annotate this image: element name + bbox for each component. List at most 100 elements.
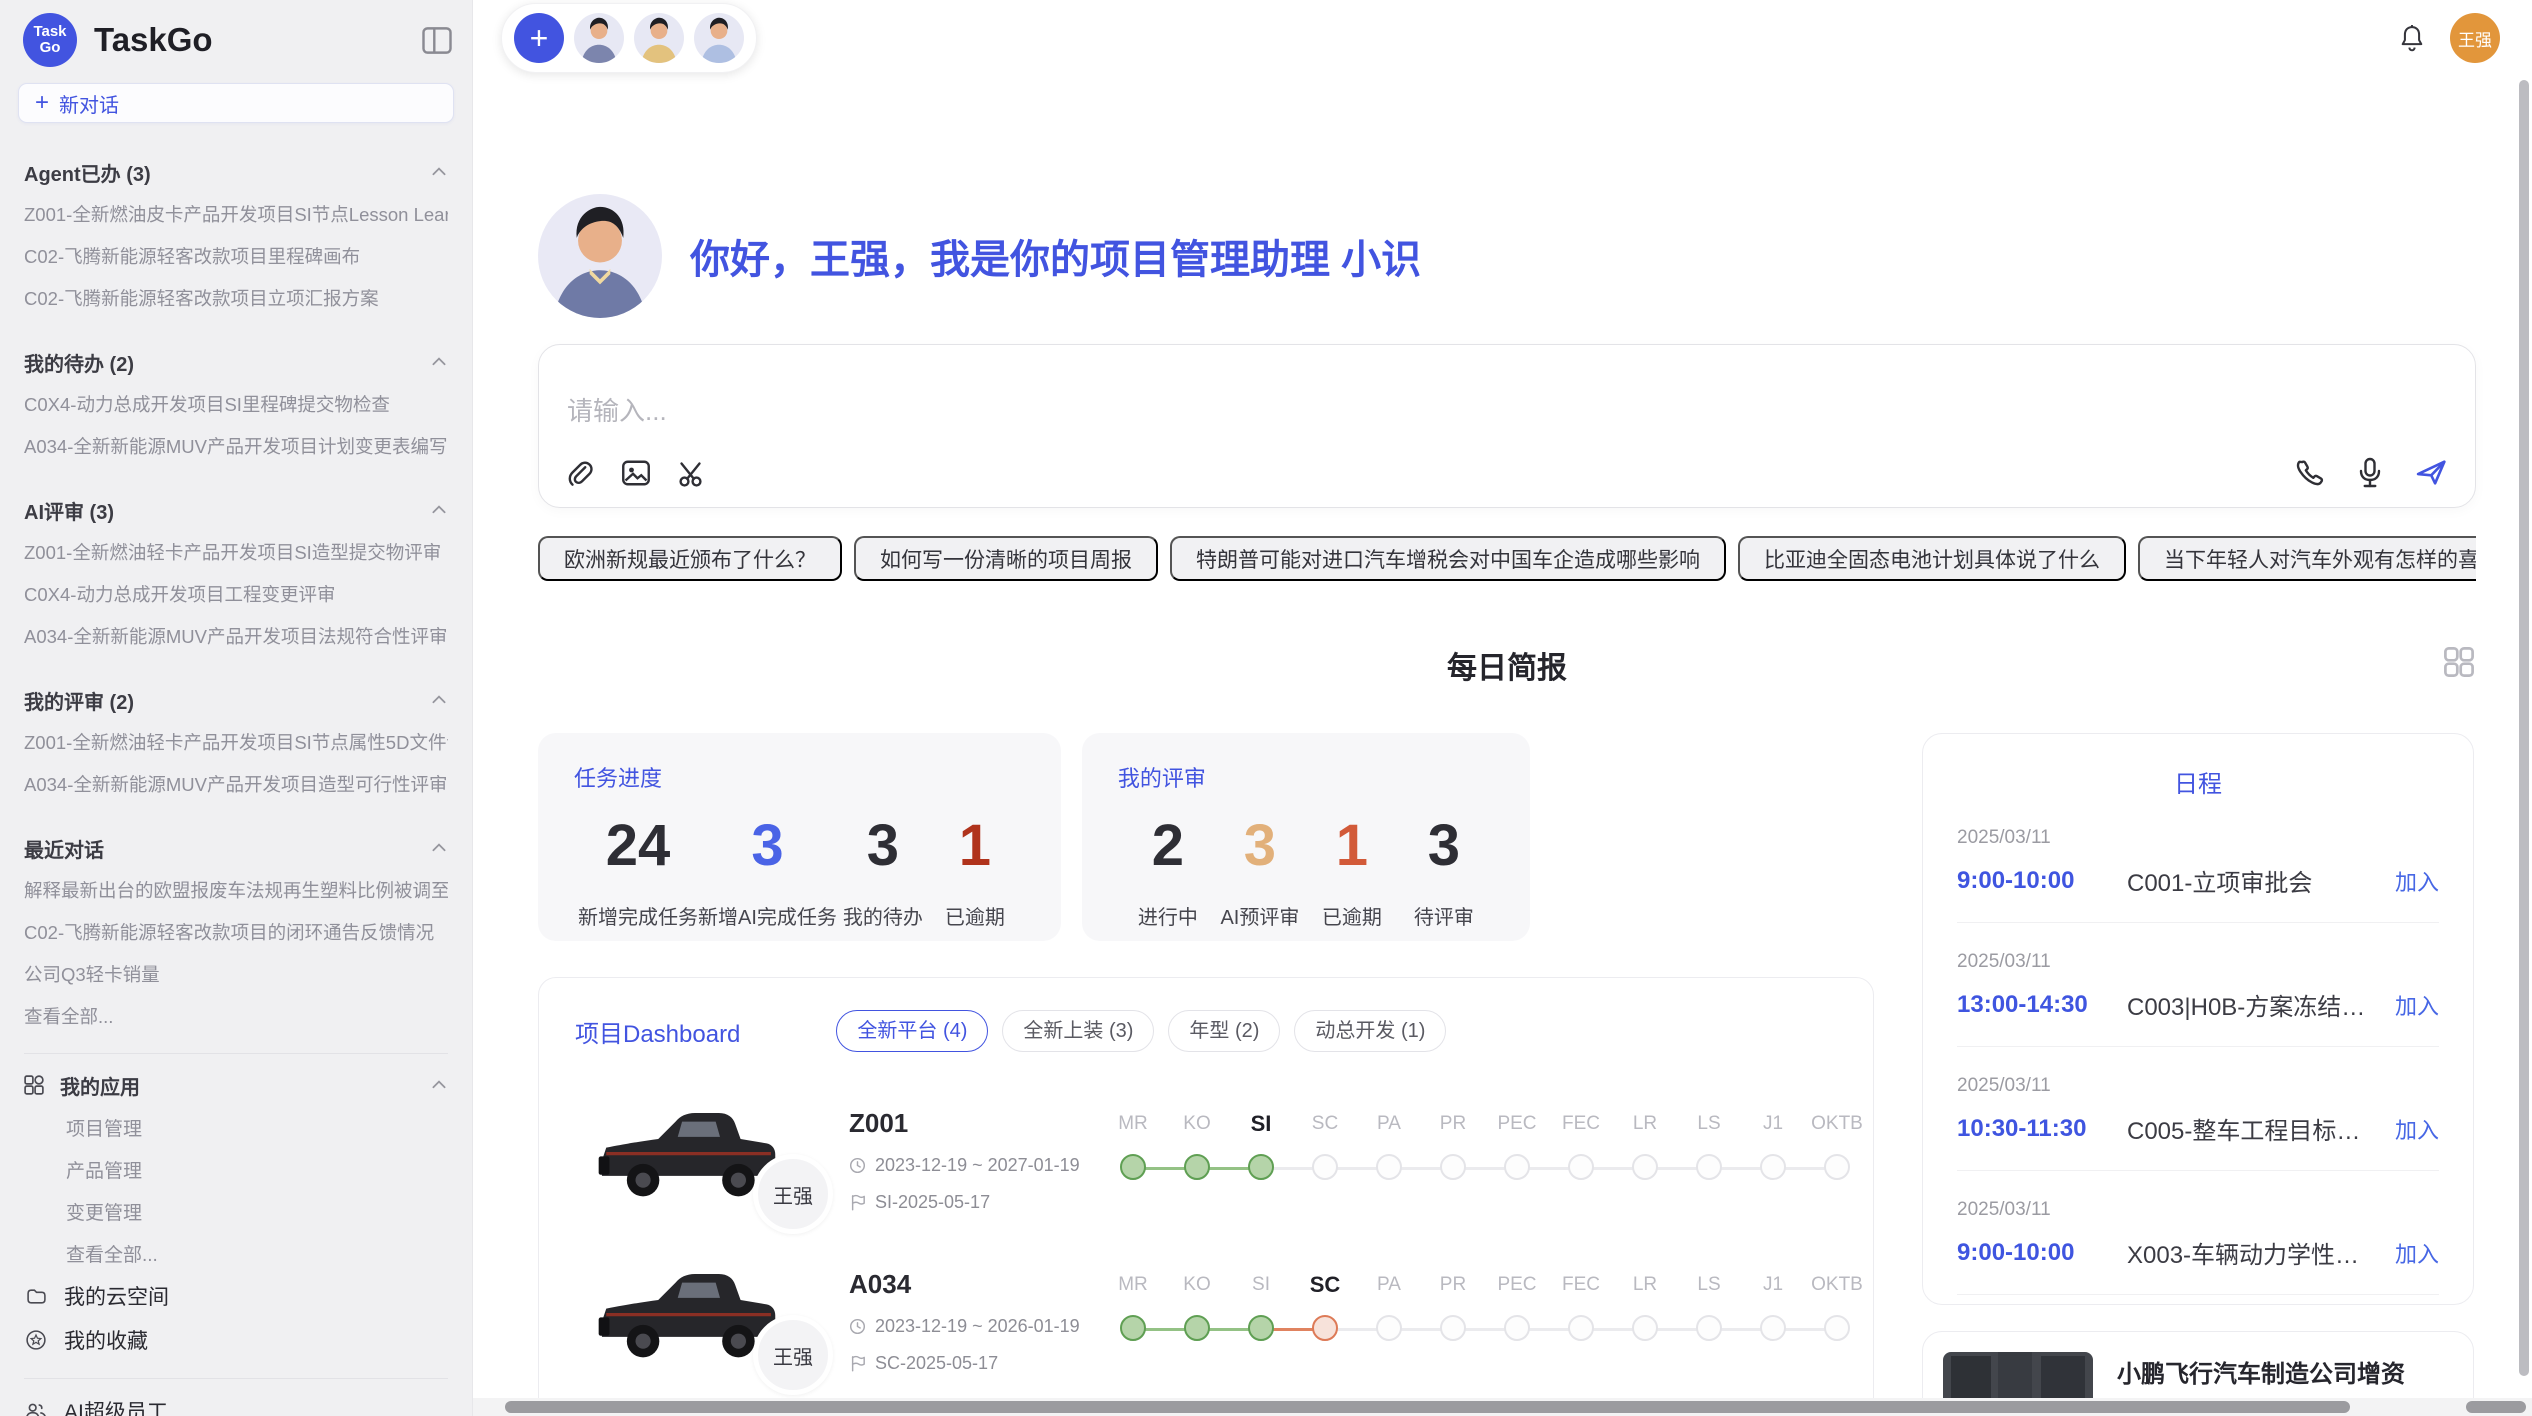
apps-view-all[interactable]: 查看全部... [24,1232,448,1274]
sidebar-task-item[interactable]: C02-飞腾新能源轻客改款项目立项汇报方案 [24,277,448,319]
milestone: PEC [1485,1110,1549,1184]
stat-label: 已逾期 [929,901,1021,930]
app-link[interactable]: 项目管理 [24,1106,448,1148]
section-label: 我的评审 (2) [24,686,134,715]
schedule-time: 9:00-10:00 [1957,1239,2127,1267]
milestone-label: PEC [1485,1271,1549,1299]
milestone-label: LS [1677,1110,1741,1138]
chevron-up-icon[interactable] [430,1076,448,1094]
sidebar-item-favorites[interactable]: 我的收藏 [24,1318,448,1362]
recent-view-all[interactable]: 查看全部... [24,995,448,1037]
sidebar-task-item[interactable]: C0X4-动力总成开发项目工程变更评审 [24,573,448,615]
sidebar-task-item[interactable]: C02-飞腾新能源轻客改款项目里程碑画布 [24,235,448,277]
chevron-up-icon[interactable] [430,501,448,519]
sidebar-collapse-icon[interactable] [422,27,452,54]
sidebar-scroll[interactable]: Agent已办 (3) Z001-全新燃油皮卡产品开发项目SI节点Lesson … [0,123,472,1416]
truck-image [595,1100,780,1204]
stat-item: 3 AI预评审 [1214,817,1306,930]
suggestion-chip[interactable]: 如何写一份清晰的项目周报 [854,536,1158,581]
stat-card-title: 我的评审 [1118,761,1494,793]
notification-bell-icon[interactable] [2398,23,2426,53]
section-header[interactable]: 我的待办 (2) [24,341,448,383]
horizontal-scrollbar-track[interactable] [473,1398,2532,1416]
suggestion-chip[interactable]: 当下年轻人对汽车外观有怎样的喜好趋势 [2138,536,2476,581]
chevron-up-icon[interactable] [430,353,448,371]
milestone-label: PR [1421,1110,1485,1138]
dashboard-filter-pill[interactable]: 动总开发 (1) [1294,1010,1446,1052]
agent-avatar[interactable] [694,13,744,63]
sidebar-task-item[interactable]: Z001-全新燃油轻卡产品开发项目SI节点属性5D文件评审 [24,721,448,763]
sidebar-task-item[interactable]: A034-全新新能源MUV产品开发项目法规符合性评审 [24,615,448,657]
add-agent-button[interactable]: + [514,13,564,63]
chevron-up-icon[interactable] [430,839,448,857]
milestone-dot [1440,1154,1466,1180]
recent-chat-item[interactable]: 公司Q3轻卡销量 [24,953,448,995]
project-milestone-flag: SC-2025-05-17 [849,1353,1101,1374]
sidebar-task-item[interactable]: A034-全新新能源MUV产品开发项目造型可行性评审 [24,763,448,805]
new-chat-button[interactable]: + 新对话 [18,83,454,123]
milestone-track: MR KO [1101,1271,1869,1345]
section-header[interactable]: AI评审 (3) [24,489,448,531]
project-row[interactable]: 王强 Z001 2023-12-19 ~ 2027-01 [575,1100,1837,1213]
suggestion-chips: 欧洲新规最近颁布了什么？ 如何写一份清晰的项目周报特朗普可能对进口汽车增税会对中国… [538,536,2476,581]
join-link[interactable]: 加入 [2395,865,2439,897]
sidebar-item-cloud-space[interactable]: 我的云空间 [24,1274,448,1318]
user-avatar[interactable]: 王强 [2450,13,2500,63]
send-icon[interactable] [2415,457,2449,488]
schedule-name: X003-车辆动力学性能验... [2127,1235,2381,1270]
dashboard-filter-pill[interactable]: 全新上装 (3) [1002,1010,1154,1052]
suggestion-chip[interactable]: 比亚迪全固态电池计划具体说了什么 [1738,536,2126,581]
briefing-title: 每日简报 [538,643,2476,687]
join-link[interactable]: 加入 [2395,1113,2439,1145]
stat-value: 24 [578,817,698,875]
sidebar-task-item[interactable]: Z001-全新燃油轻卡产品开发项目SI造型提交物评审 [24,531,448,573]
recent-chat-item[interactable]: 解释最新出台的欧盟报废车法规再生塑料比例被调至15%... [24,869,448,911]
sidebar-section: Agent已办 (3) Z001-全新燃油皮卡产品开发项目SI节点Lesson … [24,151,448,319]
join-link[interactable]: 加入 [2395,1237,2439,1269]
section-header[interactable]: Agent已办 (3) [24,151,448,193]
sidebar-task-item[interactable]: Z001-全新燃油皮卡产品开发项目SI节点Lesson Learn报告 [24,193,448,235]
dashboard-filter-pill[interactable]: 全新平台 (4) [836,1010,988,1052]
join-link[interactable]: 加入 [2395,989,2439,1021]
stat-label: 进行中 [1122,901,1214,930]
horizontal-scrollbar-corner[interactable] [2466,1401,2526,1413]
recent-header[interactable]: 最近对话 [24,827,448,869]
my-apps-header[interactable]: 我的应用 [24,1064,448,1106]
suggestion-chip[interactable]: 欧洲新规最近颁布了什么？ [538,536,842,581]
app-link[interactable]: 变更管理 [24,1190,448,1232]
chat-input[interactable] [565,389,2045,453]
chevron-up-icon[interactable] [430,163,448,181]
attachment-icon[interactable] [565,459,595,489]
app-link[interactable]: 产品管理 [24,1148,448,1190]
layout-grid-icon[interactable] [2442,645,2476,679]
sidebar-task-item[interactable]: A034-全新新能源MUV产品开发项目计划变更表编写 [24,425,448,467]
microphone-icon[interactable] [2355,456,2385,489]
section-header[interactable]: 我的评审 (2) [24,679,448,721]
suggestion-chip[interactable]: 特朗普可能对进口汽车增税会对中国车企造成哪些影响 [1170,536,1726,581]
milestone: LR [1613,1271,1677,1345]
briefing-stat-card: 任务进度 24 新增完成任务 3 新增AI完成任务 [538,733,1061,941]
stat-item: 1 已逾期 [929,817,1021,930]
scissors-icon[interactable] [677,459,707,489]
image-icon[interactable] [621,459,651,489]
phone-call-icon[interactable] [2293,457,2325,489]
chevron-up-icon[interactable] [430,691,448,709]
flag-icon [849,1355,866,1372]
milestone: PEC [1485,1271,1549,1345]
milestone: FEC [1549,1271,1613,1345]
agent-avatar[interactable] [574,13,624,63]
sidebar-item-ai-staff[interactable]: AI超级员工 [24,1389,448,1416]
stat-label: 待评审 [1398,901,1490,930]
milestone-label: SI [1229,1271,1293,1299]
milestone: PR [1421,1110,1485,1184]
schedule-date: 2025/03/11 [1957,1075,2439,1097]
agent-avatar[interactable] [634,13,684,63]
recent-chat-item[interactable]: C02-飞腾新能源轻客改款项目的闭环通告反馈情况 [24,911,448,953]
project-info: Z001 2023-12-19 ~ 2027-01-19 [849,1100,1101,1213]
project-row[interactable]: 王强 A034 2023-12-19 ~ 2026-01 [575,1261,1837,1374]
milestone-dot [1760,1315,1786,1341]
vertical-scrollbar[interactable] [2519,80,2529,1376]
sidebar-task-item[interactable]: C0X4-动力总成开发项目SI里程碑提交物检查 [24,383,448,425]
dashboard-filter-pill[interactable]: 年型 (2) [1168,1010,1280,1052]
horizontal-scrollbar-thumb[interactable] [505,1401,2350,1413]
